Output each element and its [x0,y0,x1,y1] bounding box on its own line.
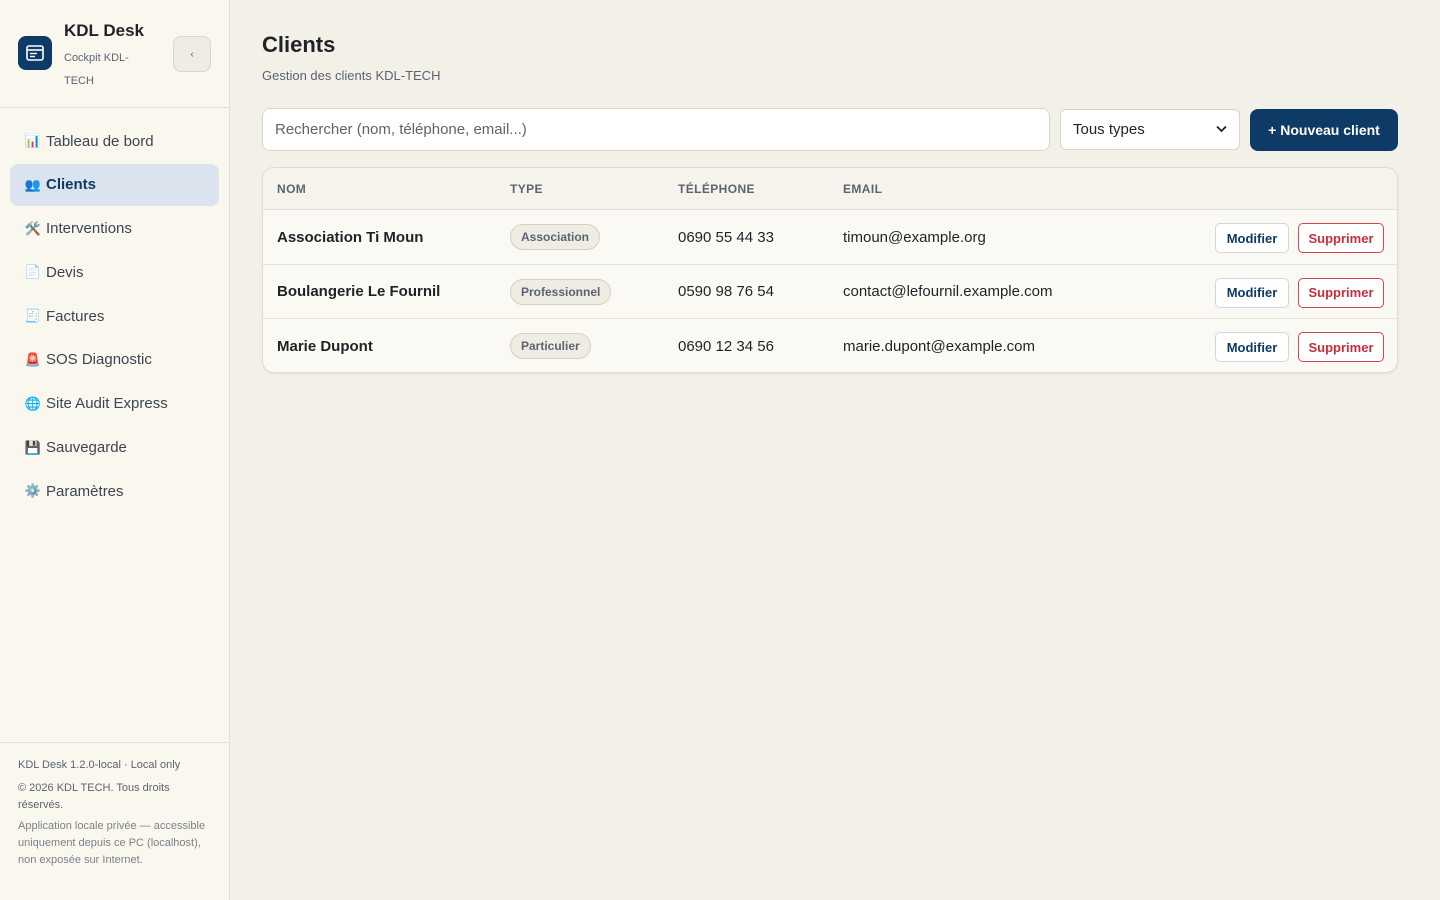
sidebar-nav: 📊 Tableau de bord 👥 Clients 🛠️ Interventions 📄… [10,120,219,514]
table-row: Association Ti Moun Association 0690 55 44… [263,210,1397,265]
sidebar-item-parametres[interactable]: ⚙️ Paramètres [10,470,219,512]
type-filter-select[interactable]: Tous types [1060,109,1240,150]
privacy-notice: Application locale privée — accessible u… [18,820,206,866]
client-name: Boulangerie Le Fournil [277,283,441,300]
chevron-left-icon: ‹ [190,48,194,60]
client-email: timoun@example.org [843,228,986,246]
column-header-email[interactable]: EMAIL [843,182,882,196]
sidebar-item-clients[interactable]: 👥 Clients [10,163,219,206]
client-phone: 0690 12 34 56 [678,337,774,355]
sidebar-item-label: Paramètres [46,482,124,500]
sidebar-item-devis[interactable]: 📄 Devis [10,251,219,293]
client-email: contact@lefournil.example.com [843,283,1053,300]
sidebar: KDL Desk Cockpit KDL-TECH ‹ 📊 Tableau de … [0,0,230,900]
table-header: NOM TYPE TÉLÉPHONE EMAIL [263,168,1397,210]
sidebar-item-label: Factures [46,307,105,325]
document-icon: 📄 [24,264,42,280]
column-header-phone[interactable]: TÉLÉPHONE [678,182,755,196]
brand-header: KDL Desk Cockpit KDL-TECH ‹ [0,0,229,108]
client-type-cell: Professionnel [510,265,612,319]
chevron-down-icon [1216,124,1227,136]
receipt-icon: 🧾 [24,308,42,324]
delete-client-button[interactable]: Supprimer [1298,332,1384,362]
sidebar-item-tableau-de-bord[interactable]: 📊 Tableau de bord [10,120,219,162]
table-row: Boulangerie Le Fournil Professionnel 0590 … [263,265,1397,319]
sidebar-item-sos-diagnostic[interactable]: 🚨 SOS Diagnostic [10,339,219,381]
client-name: Association Ti Moun [277,228,424,246]
app-version: KDL Desk 1.2.0-local · Local only [18,759,181,771]
delete-client-button[interactable]: Supprimer [1298,223,1384,253]
sidebar-item-label: Clients [46,176,97,194]
column-header-name[interactable]: NOM [277,182,306,196]
globe-icon: 🌐 [24,395,42,411]
app-name: KDL Desk [64,21,144,40]
app-subtitle: Cockpit KDL-TECH [64,52,129,87]
client-type-cell: Association [510,210,601,264]
client-phone: 0690 55 44 33 [678,228,774,246]
type-filter-value: Tous types [1073,121,1145,138]
client-type-badge: Particulier [510,333,591,359]
new-client-button[interactable]: + Nouveau client [1250,109,1398,151]
chart-icon: 📊 [24,133,42,148]
sidebar-item-label: Devis [46,263,84,281]
users-icon: 👥 [24,176,42,192]
edit-client-button[interactable]: Modifier [1215,277,1289,308]
gear-icon: ⚙️ [24,483,42,499]
client-type-badge: Association [510,224,601,250]
client-phone: 0590 98 76 54 [678,283,774,300]
sidebar-item-site-audit-express[interactable]: 🌐 Site Audit Express [10,383,219,425]
page-subtitle: Gestion des clients KDL-TECH [262,68,441,83]
sidebar-item-sauvegarde[interactable]: 💾 Sauvegarde [10,427,219,469]
sidebar-item-label: Site Audit Express [46,395,168,413]
search-input[interactable] [262,108,1050,151]
page-title: Clients [262,32,336,57]
sidebar-item-label: Interventions [46,220,132,238]
client-type-badge: Professionnel [510,278,612,305]
siren-icon: 🚨 [24,351,42,367]
client-type-cell: Particulier [510,319,591,372]
delete-client-button[interactable]: Supprimer [1298,277,1384,308]
sidebar-item-label: Sauvegarde [46,439,127,457]
sidebar-item-factures[interactable]: 🧾 Factures [10,295,219,337]
sidebar-item-label: SOS Diagnostic [46,351,152,369]
edit-client-button[interactable]: Modifier [1215,332,1289,362]
copyright: © 2026 KDL TECH. Tous droits réservés. [18,782,170,811]
app-logo-icon [18,36,52,70]
clients-table: NOM TYPE TÉLÉPHONE EMAIL Association Ti … [262,167,1398,373]
client-name: Marie Dupont [277,337,373,355]
tools-icon: 🛠️ [24,220,42,236]
sidebar-footer: KDL Desk 1.2.0-local · Local only © 2026… [0,742,229,900]
edit-client-button[interactable]: Modifier [1215,223,1289,253]
sidebar-item-interventions[interactable]: 🛠️ Interventions [10,208,219,250]
column-header-type[interactable]: TYPE [510,182,543,196]
table-body: Association Ti Moun Association 0690 55 44… [263,210,1397,372]
floppy-icon: 💾 [24,439,42,455]
sidebar-item-label: Tableau de bord [46,132,154,150]
client-email: marie.dupont@example.com [843,337,1035,355]
table-row: Marie Dupont Particulier 0690 12 34 56 mari… [263,319,1397,372]
collapse-sidebar-button[interactable]: ‹ [173,36,211,72]
